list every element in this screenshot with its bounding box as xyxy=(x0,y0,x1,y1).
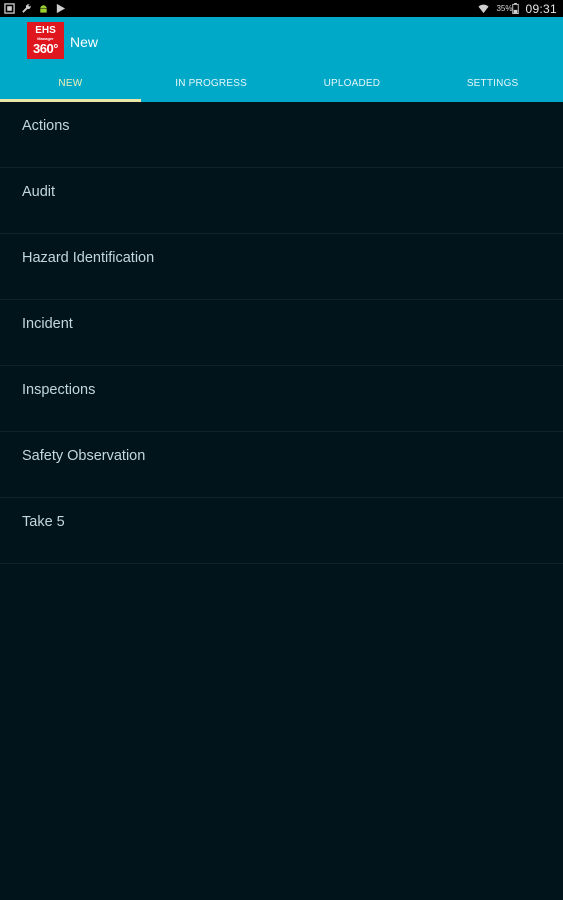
tab-new[interactable]: NEW xyxy=(0,65,141,102)
logo-text-ehs: EHS xyxy=(35,25,56,36)
clock: 09:31 xyxy=(525,1,557,16)
list-item-take-5[interactable]: Take 5 xyxy=(0,498,563,564)
list-item-label: Incident xyxy=(22,315,73,332)
list-item-label: Actions xyxy=(22,117,70,134)
list-item-label: Inspections xyxy=(22,381,96,398)
list-item-label: Hazard Identification xyxy=(22,249,155,266)
list-item-safety-observation[interactable]: Safety Observation xyxy=(0,432,563,498)
wifi-icon xyxy=(478,3,489,14)
notification-icons xyxy=(4,3,66,14)
list-item-label: Take 5 xyxy=(22,513,65,530)
wrench-icon xyxy=(21,3,32,14)
status-bar: 35% 09:31 xyxy=(0,0,563,17)
list-item-hazard-identification[interactable]: Hazard Identification xyxy=(0,234,563,300)
app-bar: EHS Manager 360° New NEW IN PROGRESS UPL… xyxy=(0,17,563,102)
logo-text-360: 360° xyxy=(33,41,58,56)
form-type-list: Actions Audit Hazard Identification Inci… xyxy=(0,102,563,564)
tab-settings[interactable]: SETTINGS xyxy=(422,65,563,102)
play-icon xyxy=(55,3,66,14)
list-item-label: Audit xyxy=(22,183,56,200)
battery-indicator: 35% xyxy=(495,3,520,14)
list-item-label: Safety Observation xyxy=(22,447,146,464)
list-item-actions[interactable]: Actions xyxy=(0,102,563,168)
list-item-audit[interactable]: Audit xyxy=(0,168,563,234)
list-item-inspections[interactable]: Inspections xyxy=(0,366,563,432)
android-icon xyxy=(38,3,49,14)
battery-icon xyxy=(512,3,520,14)
page-title: New xyxy=(70,34,99,50)
battery-percent: 35% xyxy=(496,4,513,13)
system-status: 35% 09:31 xyxy=(478,2,557,16)
screenshot-icon xyxy=(4,3,15,14)
tab-bar: NEW IN PROGRESS UPLOADED SETTINGS xyxy=(0,65,563,102)
app-logo: EHS Manager 360° xyxy=(27,22,64,59)
list-item-incident[interactable]: Incident xyxy=(0,300,563,366)
tab-in-progress[interactable]: IN PROGRESS xyxy=(141,65,282,102)
tab-uploaded[interactable]: UPLOADED xyxy=(282,65,423,102)
